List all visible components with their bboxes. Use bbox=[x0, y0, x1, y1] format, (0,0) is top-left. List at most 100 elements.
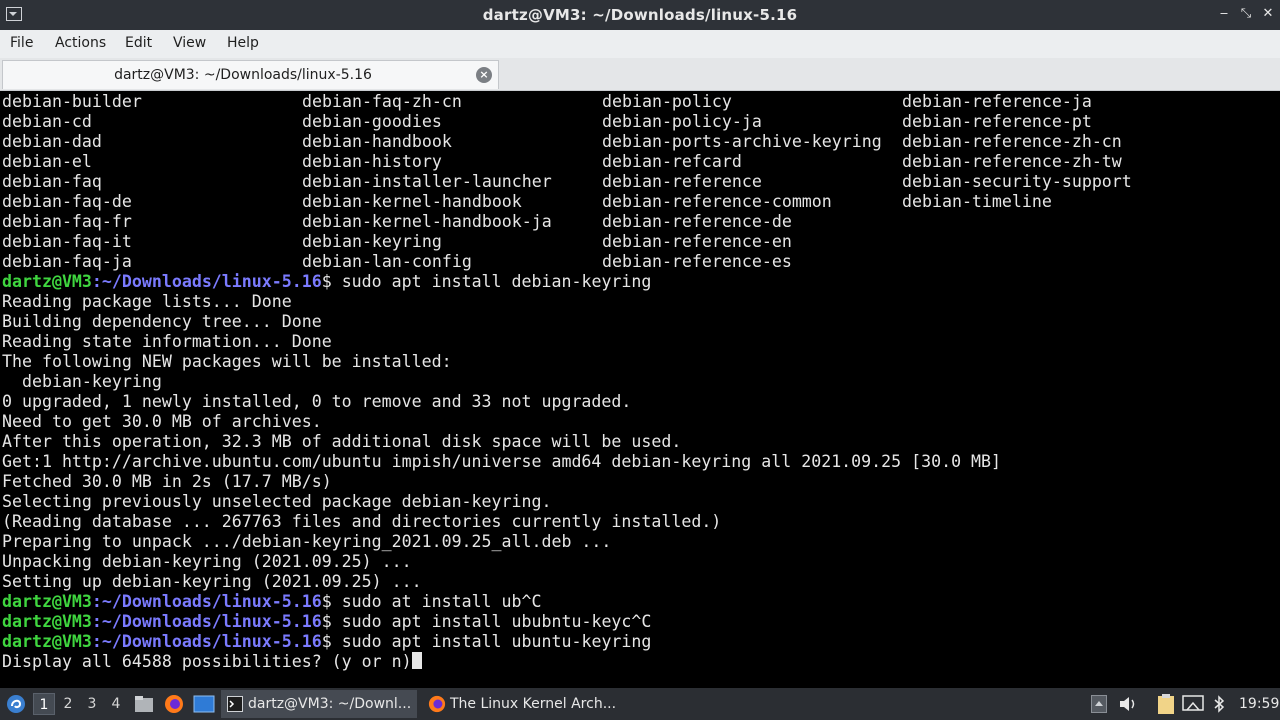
clipboard-icon[interactable] bbox=[1156, 693, 1176, 715]
listing-cell: debian-faq-it bbox=[2, 232, 132, 251]
taskbar: 1 2 3 4 dartz@VM3: ~/Downl... The Linux … bbox=[0, 688, 1280, 720]
workspace-1[interactable]: 1 bbox=[33, 693, 55, 715]
listing-row: debian-faq-fr debian-kernel-handbook-ja … bbox=[2, 212, 792, 232]
listing-cell: debian-security-support bbox=[902, 172, 1132, 191]
prompt-line: dartz@VM3:~/Downloads/linux-5.16$ sudo a… bbox=[2, 612, 651, 632]
tray-up-icon[interactable] bbox=[1091, 695, 1107, 713]
menu-file[interactable]: File bbox=[10, 35, 33, 51]
output-line: Reading package lists... Done bbox=[2, 292, 292, 311]
output-line: debian-keyring bbox=[2, 372, 162, 391]
files-icon[interactable] bbox=[134, 695, 154, 713]
listing-cell: debian-faq-de bbox=[2, 192, 132, 211]
prompt-user: dartz@VM3 bbox=[2, 592, 92, 611]
output-line: After this operation, 32.3 MB of additio… bbox=[2, 432, 682, 451]
listing-cell: debian-policy bbox=[602, 92, 732, 111]
maximize-button[interactable]: ⤡ bbox=[1238, 6, 1254, 22]
workspace-2[interactable]: 2 bbox=[57, 693, 79, 715]
output-line: Reading state information... Done bbox=[2, 332, 332, 351]
listing-cell: debian-installer-launcher bbox=[302, 172, 552, 191]
listing-cell: debian-refcard bbox=[602, 152, 742, 171]
listing-row: debian-faq-it debian-keyring debian-refe… bbox=[2, 232, 792, 252]
listing-cell: debian-reference-zh-cn bbox=[902, 132, 1122, 151]
possibilities-prompt: Display all 64588 possibilities? (y or n… bbox=[2, 652, 412, 671]
volume-icon[interactable] bbox=[1118, 695, 1138, 713]
listing-cell: debian-el bbox=[2, 152, 92, 171]
listing-cell: debian-kernel-handbook bbox=[302, 192, 522, 211]
listing-cell: debian-reference-ja bbox=[902, 92, 1092, 111]
listing-cell: debian-kernel-handbook-ja bbox=[302, 212, 552, 231]
listing-cell: debian-reference bbox=[602, 172, 762, 191]
prompt-symbol: $ bbox=[321, 592, 332, 611]
listing-cell: debian-handbook bbox=[302, 132, 452, 151]
listing-cell: debian-timeline bbox=[902, 192, 1052, 211]
input-line[interactable]: Display all 64588 possibilities? (y or n… bbox=[2, 652, 422, 672]
tab-label: dartz@VM3: ~/Downloads/linux-5.16 bbox=[114, 67, 372, 83]
listing-row: debian-builder debian-faq-zh-cn debian-p… bbox=[2, 92, 1092, 112]
menu-help[interactable]: Help bbox=[227, 35, 259, 51]
output-line: (Reading database ... 267763 files and d… bbox=[2, 512, 722, 531]
listing-cell: debian-faq-fr bbox=[2, 212, 132, 231]
listing-cell: debian-history bbox=[302, 152, 442, 171]
listing-cell: debian-faq-zh-cn bbox=[302, 92, 462, 111]
output-line: Fetched 30.0 MB in 2s (17.7 MB/s) bbox=[2, 472, 332, 491]
listing-cell: debian-reference-pt bbox=[902, 112, 1092, 131]
window-titlebar[interactable]: dartz@VM3: ~/Downloads/linux-5.16 ‒ ⤡ ✕ bbox=[0, 0, 1280, 30]
desktop-icon[interactable] bbox=[193, 695, 215, 713]
terminal-output[interactable]: debian-builder debian-faq-zh-cn debian-p… bbox=[0, 91, 1280, 688]
listing-cell: debian-reference-common bbox=[602, 192, 832, 211]
output-line: Need to get 30.0 MB of archives. bbox=[2, 412, 322, 431]
prompt-line: dartz@VM3:~/Downloads/linux-5.16$ sudo a… bbox=[2, 632, 651, 652]
firefox-icon bbox=[428, 695, 446, 713]
listing-cell: debian-builder bbox=[2, 92, 142, 111]
listing-cell: debian-dad bbox=[2, 132, 102, 151]
output-line: Unpacking debian-keyring (2021.09.25) ..… bbox=[2, 552, 412, 571]
listing-cell: debian-lan-config bbox=[302, 252, 472, 271]
output-line: Get:1 http://archive.ubuntu.com/ubuntu i… bbox=[2, 452, 1002, 471]
firefox-icon[interactable] bbox=[164, 694, 184, 714]
network-icon[interactable] bbox=[1182, 694, 1204, 714]
listing-cell: debian-reference-en bbox=[602, 232, 792, 251]
prompt-path: :~/Downloads/linux-5.16 bbox=[91, 272, 322, 291]
prompt-path: :~/Downloads/linux-5.16 bbox=[91, 592, 322, 611]
task-label: dartz@VM3: ~/Downl... bbox=[248, 696, 412, 712]
menu-bar: File Actions Edit View Help bbox=[0, 30, 1280, 58]
listing-cell: debian-goodies bbox=[302, 112, 442, 131]
command-text: sudo apt install ubuntu-keyring bbox=[331, 632, 652, 651]
menu-actions[interactable]: Actions bbox=[55, 35, 106, 51]
clock[interactable]: 19:59 bbox=[1239, 688, 1279, 720]
task-terminal[interactable]: dartz@VM3: ~/Downl... bbox=[221, 690, 417, 718]
listing-row: debian-faq debian-installer-launcher deb… bbox=[2, 172, 1132, 192]
listing-row: debian-dad debian-handbook debian-ports-… bbox=[2, 132, 1122, 152]
prompt-user: dartz@VM3 bbox=[2, 272, 92, 291]
listing-row: debian-faq-ja debian-lan-config debian-r… bbox=[2, 252, 792, 272]
prompt-symbol: $ bbox=[321, 632, 332, 651]
menu-view[interactable]: View bbox=[173, 35, 206, 51]
text-cursor bbox=[411, 652, 422, 669]
minimize-button[interactable]: ‒ bbox=[1216, 6, 1232, 22]
workspace-3[interactable]: 3 bbox=[81, 693, 103, 715]
prompt-path: :~/Downloads/linux-5.16 bbox=[91, 632, 322, 651]
task-label: The Linux Kernel Arch... bbox=[450, 696, 617, 712]
tab-bar: dartz@VM3: ~/Downloads/linux-5.16 × bbox=[0, 58, 1280, 91]
output-line: Selecting previously unselected package … bbox=[2, 492, 552, 511]
output-line: 0 upgraded, 1 newly installed, 0 to remo… bbox=[2, 392, 632, 411]
command-text: sudo at install ub^C bbox=[331, 592, 542, 611]
listing-cell: debian-reference-es bbox=[602, 252, 792, 271]
start-menu-icon[interactable] bbox=[6, 694, 26, 714]
close-button[interactable]: ✕ bbox=[1260, 6, 1276, 22]
command-text: sudo apt install ububntu-keyc^C bbox=[331, 612, 652, 631]
bluetooth-icon[interactable] bbox=[1212, 695, 1226, 713]
prompt-user: dartz@VM3 bbox=[2, 612, 92, 631]
listing-cell: debian-policy-ja bbox=[602, 112, 762, 131]
listing-row: debian-cd debian-goodies debian-policy-j… bbox=[2, 112, 1092, 132]
menu-edit[interactable]: Edit bbox=[125, 35, 152, 51]
window-title: dartz@VM3: ~/Downloads/linux-5.16 bbox=[482, 6, 798, 24]
tab-terminal[interactable]: dartz@VM3: ~/Downloads/linux-5.16 × bbox=[2, 60, 499, 89]
output-line: Setting up debian-keyring (2021.09.25) .… bbox=[2, 572, 422, 591]
prompt-symbol: $ bbox=[321, 612, 332, 631]
workspace-4[interactable]: 4 bbox=[105, 693, 127, 715]
task-firefox[interactable]: The Linux Kernel Arch... bbox=[422, 690, 622, 718]
listing-cell: debian-keyring bbox=[302, 232, 442, 251]
tab-close-icon[interactable]: × bbox=[476, 67, 492, 83]
listing-row: debian-faq-de debian-kernel-handbook deb… bbox=[2, 192, 1052, 212]
